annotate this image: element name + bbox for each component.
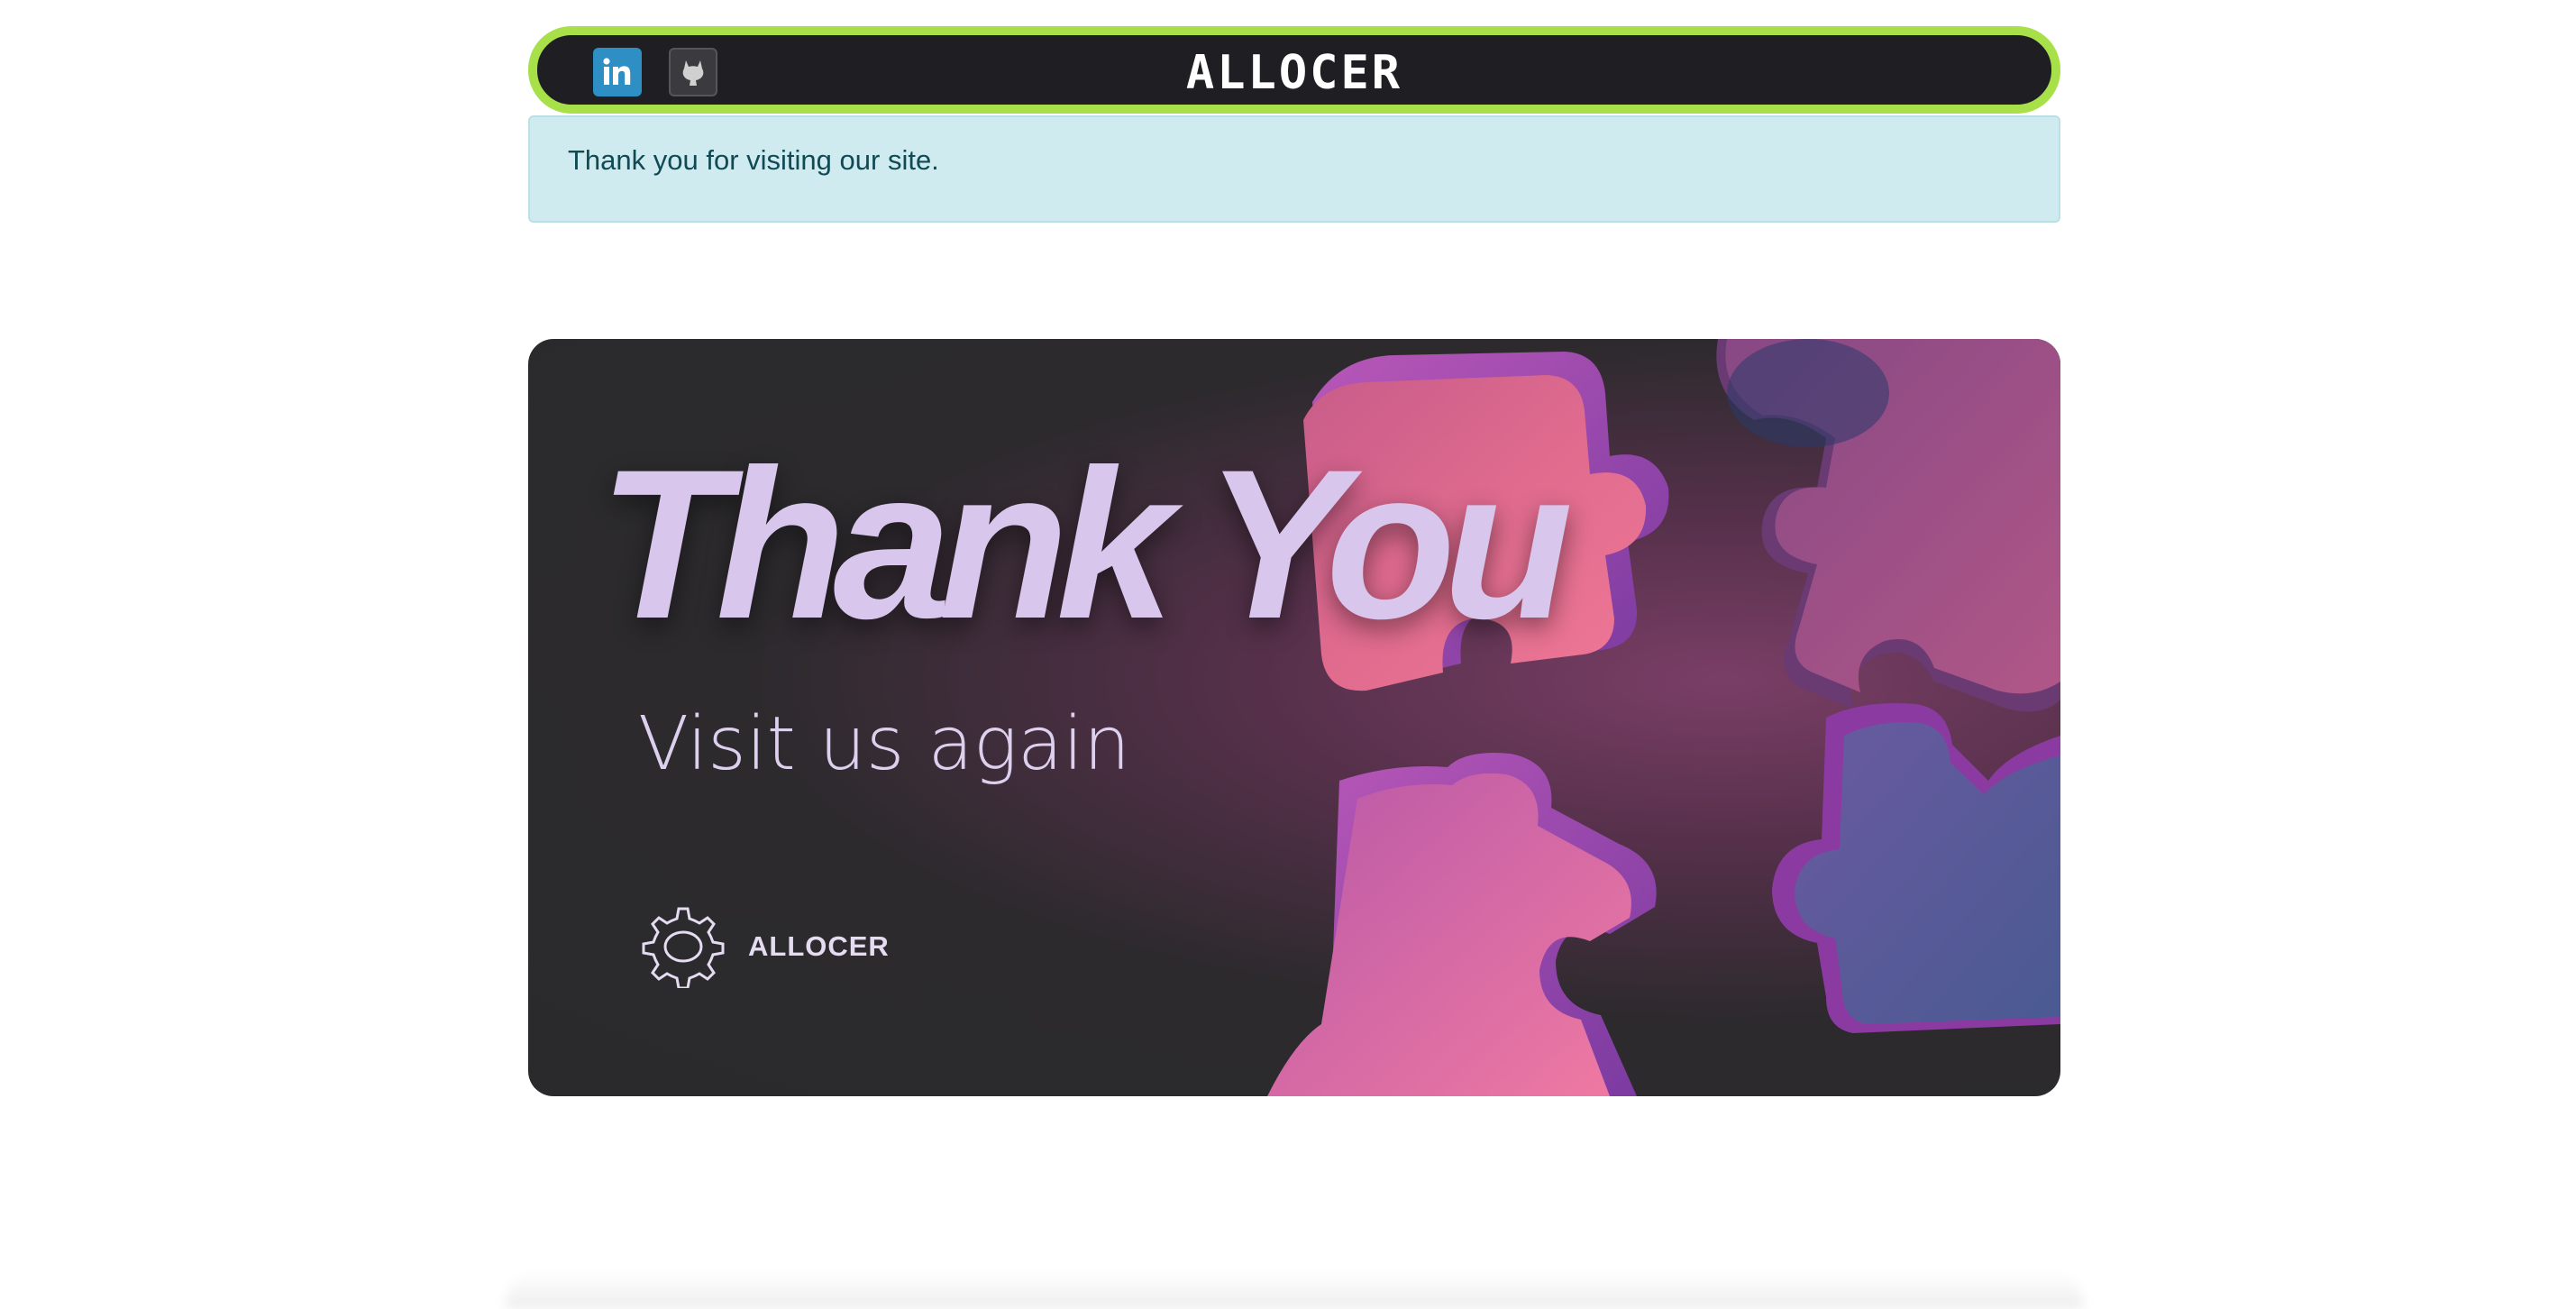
navbar: ALLOCER	[528, 26, 2060, 114]
banner-logo: ALLOCER	[638, 905, 890, 988]
thank-you-banner: Thank You Visit us again ALLOCER	[528, 339, 2060, 1096]
banner-logo-text: ALLOCER	[748, 930, 890, 962]
banner-subtitle: Visit us again	[638, 701, 1131, 787]
puzzle-piece-bottom	[1267, 753, 1657, 1096]
brand-logo[interactable]: ALLOCER	[537, 46, 2051, 100]
footer-shadow	[505, 1271, 2084, 1309]
banner-title: Thank You	[598, 426, 1573, 664]
gear-icon	[642, 907, 725, 988]
info-alert: Thank you for visiting our site.	[528, 115, 2060, 223]
puzzle-piece-bottom-right	[1772, 703, 2060, 1033]
puzzle-piece-top-right	[1716, 339, 2060, 712]
